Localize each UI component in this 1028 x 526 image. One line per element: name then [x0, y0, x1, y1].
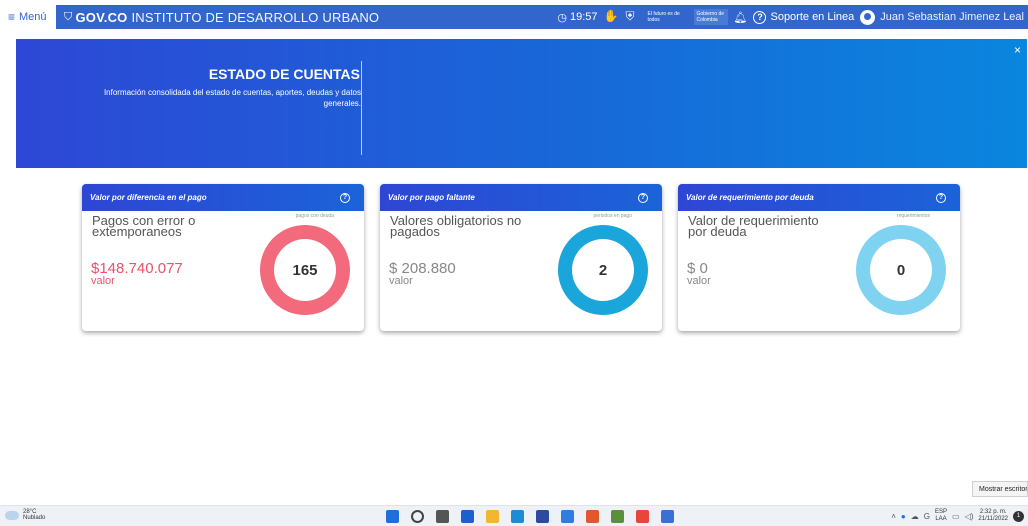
- donut-caption: pagos con deuda: [295, 213, 334, 219]
- help-circle-icon: ?: [753, 10, 767, 24]
- donut-count: 165: [274, 239, 336, 301]
- summary-card: Valor de requerimiento por deuda ? Valor…: [678, 184, 960, 331]
- taskbar-app-icon[interactable]: [386, 510, 399, 523]
- menu-label: Menú: [19, 11, 47, 23]
- taskbar-app-icon[interactable]: [561, 510, 574, 523]
- taskbar-app-icon[interactable]: [486, 510, 499, 523]
- onedrive-icon[interactable]: ☁: [911, 512, 919, 521]
- taskbar-app-icon[interactable]: [461, 510, 474, 523]
- page-title: ESTADO DE CUENTAS: [208, 66, 360, 82]
- coat-of-arms-icon: ⛨: [625, 9, 635, 23]
- clock-date[interactable]: 2:32 p. m. 21/11/2022: [978, 509, 1008, 523]
- menu-button[interactable]: ≡ Menú: [8, 10, 47, 24]
- windows-taskbar: 28°C Nublado ˄ ● ☁ G ESP LAA ▭ ◁) 2:32 p…: [0, 505, 1028, 526]
- card-header: Valor de requerimiento por deuda ?: [678, 184, 960, 211]
- tray-time: 2:32 p. m.: [979, 509, 1007, 515]
- weather-widget[interactable]: 28°C Nublado: [5, 509, 45, 521]
- summary-card: Valor por pago faltante ? Valores obliga…: [380, 184, 662, 331]
- session-clock: ◷ 19:57: [557, 11, 597, 24]
- language-indicator[interactable]: ESP LAA: [935, 509, 947, 523]
- institution-bar: ⛉ GOV.CO INSTITUTO DE DESARROLLO URBANO …: [56, 5, 1028, 29]
- header-tools: ◷ 19:57 ✋ ⛨ El futuro es de todos Gobier…: [557, 5, 1028, 29]
- card-header-title: Valor por pago faltante: [388, 193, 475, 202]
- lang-top: ESP: [935, 509, 948, 515]
- close-icon[interactable]: ×: [1014, 43, 1021, 57]
- donut-ring: 2: [558, 225, 648, 315]
- donut-ring: 165: [260, 225, 350, 315]
- weather-desc: Nublado: [23, 515, 46, 521]
- clock-time: 19:57: [569, 11, 598, 23]
- hand-logo-icon: ✋: [603, 9, 619, 23]
- card-amount-caption: valor: [91, 275, 115, 287]
- help-icon[interactable]: ?: [936, 192, 946, 203]
- google-icon[interactable]: G: [924, 512, 930, 521]
- help-icon[interactable]: ?: [340, 192, 350, 203]
- hamburger-icon: ≡: [8, 10, 16, 24]
- taskbar-app-icon[interactable]: [511, 510, 524, 523]
- card-header-title: Valor por diferencia en el pago: [90, 193, 207, 202]
- summary-card: Valor por diferencia en el pago ? Pagos …: [82, 184, 364, 331]
- donut-caption: periodos en pago: [593, 213, 632, 219]
- gov-co-logo: GOV.CO: [75, 9, 128, 25]
- taskbar-app-icon[interactable]: [411, 510, 424, 523]
- volume-icon[interactable]: ◁): [965, 512, 974, 521]
- donut-count: 2: [572, 239, 634, 301]
- taskbar-apps: [386, 510, 674, 523]
- chevron-up-icon[interactable]: ˄: [891, 512, 896, 521]
- user-name: Juan Sebastian Jimenez Leal: [880, 11, 1024, 23]
- colombia-shield-icon: ⛉: [64, 10, 73, 23]
- taskbar-app-icon[interactable]: [586, 510, 599, 523]
- lang-bottom: LAA: [935, 516, 947, 522]
- network-icon[interactable]: ▭: [952, 512, 960, 521]
- top-navigation-bar: ≡ Menú ⛉ GOV.CO INSTITUTO DE DESARROLLO …: [0, 0, 1028, 33]
- card-header: Valor por diferencia en el pago ?: [82, 184, 364, 211]
- donut-caption: requerimientos: [896, 213, 930, 219]
- donut-count: 0: [870, 239, 932, 301]
- card-header-title: Valor de requerimiento por deuda: [686, 193, 814, 202]
- card-amount-caption: valor: [389, 275, 413, 287]
- support-link[interactable]: ? Soporte en Linea: [753, 10, 855, 24]
- notification-badge[interactable]: 1: [1013, 510, 1024, 522]
- gobierno-logo: Gobierno de Colombia: [693, 9, 728, 25]
- taskbar-app-icon[interactable]: [661, 510, 674, 523]
- card-header: Valor por pago faltante ?: [380, 184, 662, 211]
- card-label: Valor de requerimiento por deuda: [688, 213, 819, 239]
- account-status-banner: ESTADO DE CUENTAS Información consolidad…: [16, 39, 1027, 168]
- system-tray: ˄ ● ☁ G ESP LAA ▭ ◁) 2:32 p. m. 21/11/20…: [891, 509, 1024, 523]
- taskbar-app-icon[interactable]: [611, 510, 624, 523]
- donut-ring: 0: [856, 225, 946, 315]
- taskbar-app-icon[interactable]: [436, 510, 449, 523]
- help-icon[interactable]: ?: [638, 192, 648, 203]
- show-desktop-tooltip: Mostrar escritori: [972, 481, 1028, 497]
- bell-icon[interactable]: 🔔︎: [734, 11, 748, 24]
- card-amount-caption: valor: [687, 275, 711, 287]
- futuro-logo: El futuro es de todos: [647, 11, 680, 23]
- user-avatar-icon: [860, 9, 876, 25]
- support-label: Soporte en Linea: [770, 11, 855, 23]
- institute-name: INSTITUTO DE DESARROLLO URBANO: [131, 9, 380, 25]
- tray-app-icon[interactable]: ●: [901, 512, 906, 521]
- banner-divider: [361, 61, 362, 155]
- card-label: Valores obligatorios no pagados: [390, 213, 522, 239]
- taskbar-app-icon[interactable]: [536, 510, 549, 523]
- user-menu[interactable]: Juan Sebastian Jimenez Leal: [860, 9, 1024, 25]
- clock-icon: ◷: [557, 11, 567, 24]
- page-description: Información consolidada del estado de cu…: [103, 88, 361, 108]
- brand[interactable]: ⛉ GOV.CO INSTITUTO DE DESARROLLO URBANO: [64, 10, 379, 25]
- card-label: Pagos con error o extemporaneos: [92, 213, 196, 239]
- cloud-icon: [5, 510, 19, 520]
- tray-date: 21/11/2022: [978, 516, 1008, 522]
- taskbar-app-icon[interactable]: [636, 510, 649, 523]
